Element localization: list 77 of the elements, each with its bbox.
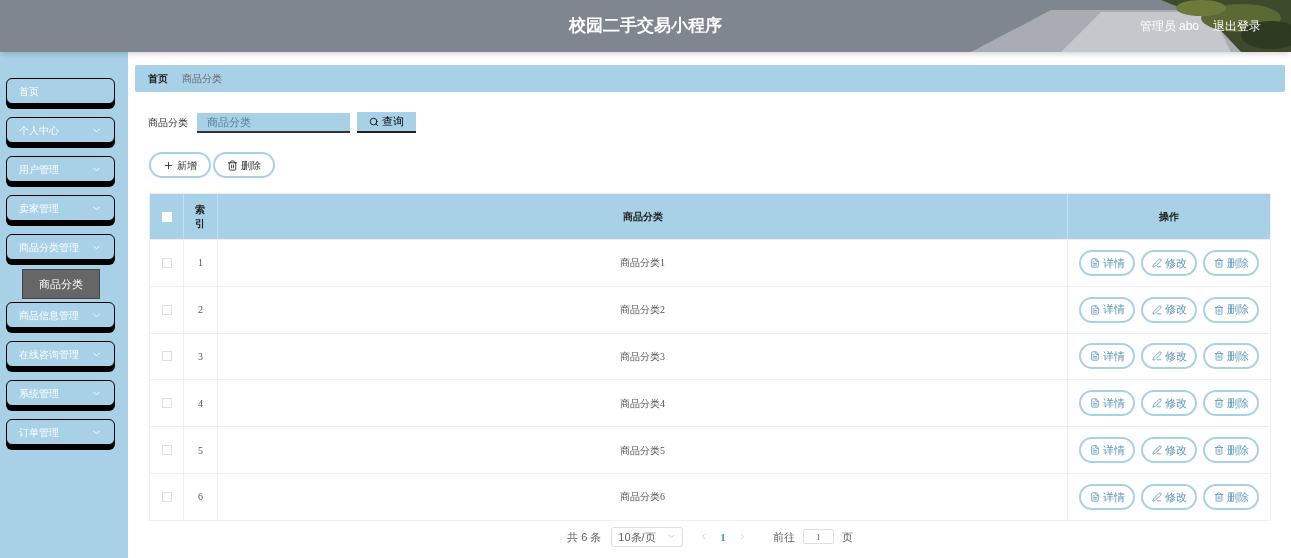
row-action-button[interactable]: 详情 [1079,483,1135,510]
row-action-button[interactable]: 详情 [1079,437,1135,464]
trash-icon [1213,491,1224,502]
total-count: 共 6 条 [567,529,602,545]
row-checkbox[interactable] [161,304,172,315]
row-action-button[interactable]: 修改 [1141,483,1197,510]
table-cell-text: 商品分类3 [620,350,665,364]
trash-icon [1213,445,1224,456]
document-icon [1089,398,1100,409]
table-cell-text: 商品分类4 [620,396,665,411]
table-cell-text: 商品分类5 [620,443,665,458]
table-cell-text: 商品分类2 [620,303,665,318]
table-cell-text: 5 [198,443,203,458]
pen-icon [1151,351,1162,362]
pen-icon [1151,491,1162,502]
row-action-button[interactable]: 删除 [1203,343,1259,370]
document-icon [1089,257,1100,268]
search-button[interactable]: 查询 [357,112,416,133]
row-action-button[interactable]: 详情 [1079,343,1135,370]
row-action-button[interactable]: 删除 [1203,296,1259,323]
logout-link[interactable]: 退出登录 [1213,17,1261,35]
row-action-button[interactable]: 修改 [1141,390,1197,417]
table-cell-text: 商品分类1 [620,256,665,271]
search-field[interactable]: 商品分类 [197,112,350,133]
pen-icon [1151,398,1162,409]
trash-icon [1213,304,1224,315]
document-icon [1089,304,1100,315]
search-icon [369,116,379,127]
table-cell-text: 3 [198,350,203,364]
table-cell-text: 1 [198,256,203,271]
plus-icon [163,159,174,171]
sidebar-submenu-item[interactable]: 商品分类 [21,269,100,299]
row-checkbox[interactable] [161,351,172,362]
row-action-button[interactable]: 删除 [1203,390,1259,417]
goto-suffix: 页 [841,529,853,545]
row-action-button[interactable]: 修改 [1141,343,1197,370]
row-action-button[interactable]: 修改 [1141,437,1197,464]
table-cell-text: 4 [198,396,203,411]
toolbar-button[interactable]: 删除 [213,152,275,178]
pen-icon [1151,445,1162,456]
document-icon [1089,351,1100,362]
row-action-button[interactable]: 详情 [1079,249,1135,276]
row-action-button[interactable]: 修改 [1141,249,1197,276]
document-icon [1089,491,1100,502]
pen-icon [1151,304,1162,315]
toolbar-button[interactable]: 新增 [149,152,211,178]
column-header: 商品分类 [622,210,663,224]
row-checkbox[interactable] [161,257,172,268]
breadcrumb-link[interactable]: 商品分类 [182,71,222,86]
trash-icon [227,159,238,171]
goto-label: 前往 [772,529,795,545]
app-title: 校园二手交易小程序 [569,15,722,38]
row-checkbox[interactable] [161,445,172,456]
column-header: 操作 [1159,210,1179,224]
row-action-button[interactable]: 删除 [1203,249,1259,276]
row-checkbox[interactable] [161,491,172,502]
row-action-button[interactable]: 详情 [1079,390,1135,417]
breadcrumb-link[interactable]: 首页 [148,71,168,86]
search-label: 商品分类 [148,116,188,130]
table-cell-text: 2 [198,303,203,318]
row-action-button[interactable]: 详情 [1079,296,1135,323]
table-cell-text: 商品分类6 [620,490,665,505]
trash-icon [1213,257,1224,268]
row-action-button[interactable]: 修改 [1141,296,1197,323]
column-header: 索引 [195,202,206,231]
row-action-button[interactable]: 删除 [1203,437,1259,464]
page-size-select[interactable]: 10条/页 [611,526,684,547]
trash-icon [1213,398,1224,409]
select-all-checkbox[interactable] [161,211,172,222]
pen-icon [1151,257,1162,268]
page-number[interactable]: 1 [716,528,730,546]
trash-icon [1213,351,1224,362]
row-checkbox[interactable] [161,398,172,409]
row-action-button[interactable]: 删除 [1203,483,1259,510]
document-icon [1089,445,1100,456]
goto-page-field[interactable]: 1 [802,529,834,545]
table-cell-text: 6 [198,490,203,505]
